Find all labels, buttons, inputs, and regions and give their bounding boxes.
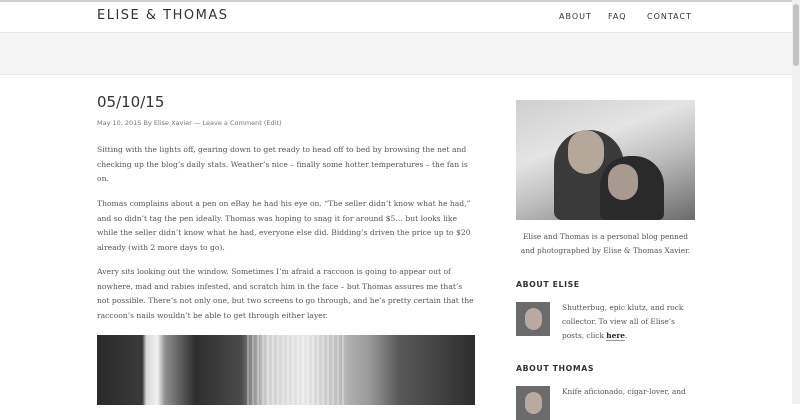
leave-comment-link[interactable]: Leave a Comment [203,119,262,127]
primary-nav: ABOUT FAQ CONTACT [0,12,792,26]
person-face [608,164,638,200]
about-elise-title: ABOUT ELISE [516,280,580,289]
about-blog-text: Elise and Thomas is a personal blog penn… [520,232,691,255]
nav-contact[interactable]: CONTACT [647,12,692,21]
vertical-scrollbar[interactable] [792,0,800,404]
post-author-link[interactable]: Elise Xavier [154,119,192,127]
edit-link[interactable]: (Edit) [264,119,282,127]
post-paragraph: Sitting with the lights off, gearing dow… [97,145,468,183]
header-band [0,33,792,75]
post-paragraph: Avery sits looking out the window. Somet… [97,267,474,320]
thomas-avatar [516,386,550,420]
sidebar: Elise and Thomas is a personal blog penn… [516,100,695,420]
nav-faq[interactable]: FAQ [608,12,627,21]
about-thomas-title: ABOUT THOMAS [516,364,595,373]
couple-photo [516,100,695,220]
curtain-graphic [247,335,347,405]
site-header: ELISE & THOMAS ABOUT FAQ CONTACT [0,2,792,33]
post-article: 05/10/15 May 10, 2015 By Elise Xavier — … [97,93,475,405]
post-photo-window [97,335,475,405]
post-date: May 10, 2015 [97,119,142,127]
post-by: By [143,119,152,127]
about-thomas-text: Knife aficionado, cigar-lover, and [562,387,686,396]
post-meta: May 10, 2015 By Elise Xavier — Leave a C… [97,119,475,127]
post-paragraph: Thomas complains about a pen on eBay he … [97,199,471,252]
post-title[interactable]: 05/10/15 [97,93,475,111]
nav-about[interactable]: ABOUT [559,12,592,21]
person-face [568,130,604,174]
about-elise-text: Shutterbug, epic klutz, and rock collect… [562,301,695,343]
about-elise-end: . [624,331,628,340]
elise-avatar [516,302,550,336]
scrollbar-thumb[interactable] [793,4,799,66]
meta-separator: — [193,119,201,127]
elise-posts-link[interactable]: here [606,331,625,341]
